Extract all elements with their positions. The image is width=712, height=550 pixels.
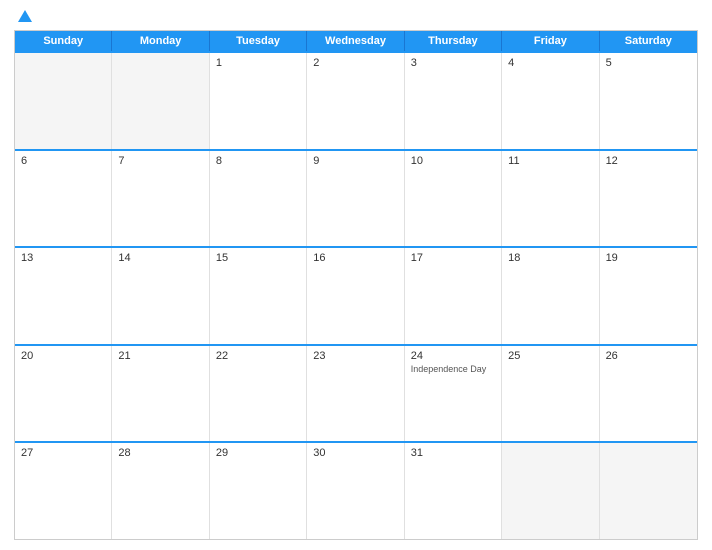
day-cell: 29 [210, 443, 307, 539]
day-cell: 2 [307, 53, 404, 149]
day-number: 29 [216, 447, 300, 459]
day-cell: 17 [405, 248, 502, 344]
day-cell [15, 53, 112, 149]
day-cell: 23 [307, 346, 404, 442]
day-number: 9 [313, 155, 397, 167]
day-cell: 28 [112, 443, 209, 539]
day-number: 2 [313, 57, 397, 69]
day-header-sunday: Sunday [15, 31, 112, 51]
day-number: 11 [508, 155, 592, 167]
day-number: 15 [216, 252, 300, 264]
calendar-grid: SundayMondayTuesdayWednesdayThursdayFrid… [14, 30, 698, 540]
day-cell: 1 [210, 53, 307, 149]
day-cell: 12 [600, 151, 697, 247]
day-number: 23 [313, 350, 397, 362]
day-number: 14 [118, 252, 202, 264]
day-number: 19 [606, 252, 691, 264]
day-cell: 4 [502, 53, 599, 149]
day-cell: 18 [502, 248, 599, 344]
day-cell: 13 [15, 248, 112, 344]
calendar-page: SundayMondayTuesdayWednesdayThursdayFrid… [0, 0, 712, 550]
day-number: 22 [216, 350, 300, 362]
day-number: 1 [216, 57, 300, 69]
day-number: 25 [508, 350, 592, 362]
week-row-4: 20 21 22 23 24 Independence Day 25 26 [15, 344, 697, 442]
day-number: 6 [21, 155, 105, 167]
day-cell: 14 [112, 248, 209, 344]
week-row-2: 6 7 8 9 10 11 12 [15, 149, 697, 247]
day-cell [502, 443, 599, 539]
day-cell: 25 [502, 346, 599, 442]
day-number: 10 [411, 155, 495, 167]
day-cell: 26 [600, 346, 697, 442]
day-cell: 15 [210, 248, 307, 344]
week-row-5: 27 28 29 30 31 [15, 441, 697, 539]
day-header-friday: Friday [502, 31, 599, 51]
day-number: 17 [411, 252, 495, 264]
day-number: 12 [606, 155, 691, 167]
day-number: 31 [411, 447, 495, 459]
day-number: 5 [606, 57, 691, 69]
day-number: 20 [21, 350, 105, 362]
day-number: 27 [21, 447, 105, 459]
day-number: 21 [118, 350, 202, 362]
day-number: 13 [21, 252, 105, 264]
day-cell: 19 [600, 248, 697, 344]
day-header-thursday: Thursday [405, 31, 502, 51]
day-cell: 8 [210, 151, 307, 247]
day-number: 24 [411, 350, 495, 362]
day-cell [600, 443, 697, 539]
day-cell [112, 53, 209, 149]
day-cell: 24 Independence Day [405, 346, 502, 442]
day-headers-row: SundayMondayTuesdayWednesdayThursdayFrid… [15, 31, 697, 51]
week-row-3: 13 14 15 16 17 18 19 [15, 246, 697, 344]
day-header-saturday: Saturday [600, 31, 697, 51]
header [14, 10, 698, 24]
day-cell: 20 [15, 346, 112, 442]
day-cell: 3 [405, 53, 502, 149]
logo [16, 10, 32, 24]
day-cell: 22 [210, 346, 307, 442]
day-cell: 27 [15, 443, 112, 539]
day-header-wednesday: Wednesday [307, 31, 404, 51]
day-header-tuesday: Tuesday [210, 31, 307, 51]
day-number: 26 [606, 350, 691, 362]
week-row-1: 1 2 3 4 5 [15, 51, 697, 149]
day-number: 30 [313, 447, 397, 459]
day-cell: 31 [405, 443, 502, 539]
day-cell: 5 [600, 53, 697, 149]
day-cell: 9 [307, 151, 404, 247]
day-number: 28 [118, 447, 202, 459]
day-number: 16 [313, 252, 397, 264]
day-number: 7 [118, 155, 202, 167]
day-number: 18 [508, 252, 592, 264]
day-header-monday: Monday [112, 31, 209, 51]
day-number: 4 [508, 57, 592, 69]
day-cell: 21 [112, 346, 209, 442]
day-cell: 16 [307, 248, 404, 344]
logo-triangle-icon [18, 10, 32, 22]
day-cell: 30 [307, 443, 404, 539]
day-cell: 10 [405, 151, 502, 247]
day-cell: 6 [15, 151, 112, 247]
day-cell: 7 [112, 151, 209, 247]
day-cell: 11 [502, 151, 599, 247]
weeks-container: 123456789101112131415161718192021222324I… [15, 51, 697, 539]
day-number: 3 [411, 57, 495, 69]
holiday-name: Independence Day [411, 364, 495, 375]
day-number: 8 [216, 155, 300, 167]
